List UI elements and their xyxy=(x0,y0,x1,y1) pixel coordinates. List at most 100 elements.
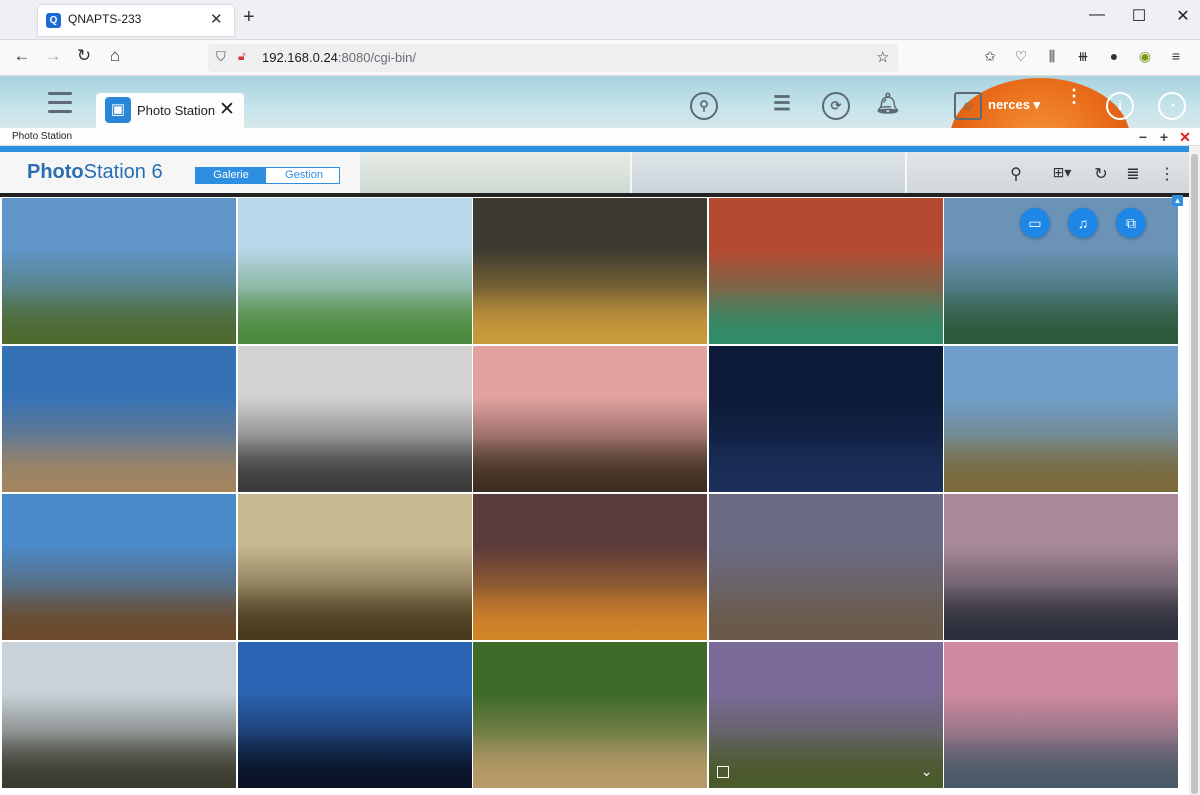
photo-thumbnail-cheetah-grass[interactable] xyxy=(473,642,707,788)
photo-thumbnail-fireworks-night[interactable] xyxy=(708,346,943,492)
photo-foreground xyxy=(708,584,943,640)
close-tab-icon[interactable]: ✕ xyxy=(210,10,223,28)
shield-icon[interactable]: ⛉ xyxy=(216,49,226,65)
home-icon[interactable]: ⌂ xyxy=(103,46,127,66)
app-tab-title: Photo Station xyxy=(137,103,216,118)
photo-foreground xyxy=(944,584,1178,640)
close-window-button[interactable]: ✕ xyxy=(1168,6,1198,26)
back-arrow-icon[interactable]: ← xyxy=(10,46,34,66)
forward-arrow-icon[interactable]: → xyxy=(41,46,65,66)
tab-gestion[interactable]: Gestion xyxy=(268,168,340,183)
browser-tab[interactable]: Q QNAPTS-233 ✕ xyxy=(38,5,234,36)
tab-galerie[interactable]: Galerie xyxy=(196,168,266,183)
external-device-icon[interactable]: ⟳ xyxy=(822,92,850,120)
photo-foreground xyxy=(708,436,943,492)
maximize-window-button[interactable]: ☐ xyxy=(1124,6,1154,26)
extension-grid-icon[interactable]: ⧻ xyxy=(1073,48,1093,65)
photo-thumbnail-venice-canal[interactable] xyxy=(708,198,943,344)
browser-tab-title: QNAPTS-233 xyxy=(68,12,142,26)
library-icon[interactable]: ⫼ xyxy=(1042,48,1062,65)
sort-stack-icon[interactable]: ≣ xyxy=(1122,164,1144,184)
window-minimize-button[interactable]: − xyxy=(1136,129,1150,145)
reload-icon[interactable]: ↻ xyxy=(72,46,96,66)
slideshow-icon[interactable]: ⧉ xyxy=(1116,208,1146,238)
more-menu-icon[interactable]: ⋮ xyxy=(1156,164,1178,184)
photo-thumbnail-fishing-boats-beach[interactable] xyxy=(2,346,236,492)
view-mode-switch: Galerie Gestion xyxy=(195,167,340,184)
insecure-lock-icon[interactable]: 🔓︎ xyxy=(238,49,246,64)
photo-thumbnail-mountain-lake[interactable] xyxy=(944,346,1178,492)
chevron-down-icon[interactable]: ⌄ xyxy=(921,763,933,780)
photo-foreground xyxy=(944,732,1178,788)
photo-foreground xyxy=(237,584,472,640)
nas-desktop-bar: ▣ Photo Station ✕ ⚲ ☰ ⟳ 🔔︎ ☺ nerces ▾ ⋮ … xyxy=(0,76,1200,128)
notification-bell-icon[interactable]: 🔔︎ xyxy=(874,92,902,120)
photo-thumbnail-twisted-tree-sunset[interactable] xyxy=(237,494,472,640)
logo-photo-text: Photo xyxy=(27,161,84,183)
extension-alert-icon[interactable]: ◉ xyxy=(1135,48,1155,65)
monitor-icon[interactable]: ▭ xyxy=(1020,208,1050,238)
music-note-icon[interactable]: ♫ xyxy=(1068,208,1098,238)
photo-thumbnail-lighthouse-coast[interactable] xyxy=(2,198,236,344)
browser-tabstrip: Q QNAPTS-233 ✕ + — ☐ ✕ xyxy=(0,0,1200,40)
app-window-titlebar: Photo Station − + ✕ xyxy=(0,128,1200,146)
vertical-scrollbar[interactable] xyxy=(1189,146,1200,795)
browser-toolbar: ← → ↻ ⌂ ⛉ 🔓︎ 192.168.0.24:8080/cgi-bin/ … xyxy=(0,40,1200,76)
collections-icon[interactable]: ✩ xyxy=(980,48,1000,65)
bookmark-star-icon[interactable]: ☆ xyxy=(876,48,889,66)
url-host: 192.168.0.24 xyxy=(262,50,338,65)
photo-thumbnail-fantasy-cliffs-parrot[interactable] xyxy=(237,198,472,344)
info-icon[interactable]: i xyxy=(1106,92,1134,120)
select-checkbox[interactable] xyxy=(716,766,729,778)
photo-thumbnail-tide-pools-sunset[interactable]: ⌄ xyxy=(708,642,943,788)
view-grid-icon[interactable]: ⊞▾ xyxy=(1046,164,1078,181)
refresh-icon[interactable]: ↻ xyxy=(1090,164,1112,184)
more-options-icon[interactable]: ⋮ xyxy=(1060,87,1088,120)
main-menu-icon[interactable] xyxy=(48,92,72,119)
new-tab-button[interactable]: + xyxy=(243,6,255,29)
app-tab-photostation[interactable]: ▣ Photo Station ✕ xyxy=(96,93,244,128)
header-banner-image xyxy=(632,152,905,195)
scroll-to-top-icon[interactable]: ▲ xyxy=(1172,195,1183,206)
minimize-window-button[interactable]: — xyxy=(1082,6,1112,24)
url-text: 192.168.0.24:8080/cgi-bin/ xyxy=(262,50,416,65)
app-window-title: Photo Station xyxy=(12,131,73,142)
photo-thumbnail-foggy-coast-hills[interactable] xyxy=(2,642,236,788)
dashboard-gauge-icon[interactable]: ◔ xyxy=(1158,92,1186,120)
photo-thumbnail-moon-floating-islands[interactable] xyxy=(237,346,472,492)
user-icon[interactable]: ☺ xyxy=(954,92,982,120)
photo-foreground xyxy=(237,436,472,492)
photo-foreground xyxy=(473,584,707,640)
window-maximize-button[interactable]: + xyxy=(1157,129,1171,145)
photo-thumbnail-rocky-shore-waves[interactable] xyxy=(708,494,943,640)
photostation-logo: PhotoStation 6 xyxy=(27,161,163,184)
qnap-favicon-icon: Q xyxy=(46,13,61,28)
username-menu[interactable]: nerces ▾ xyxy=(988,97,1040,113)
header-banner-image xyxy=(360,152,630,195)
window-close-button[interactable]: ✕ xyxy=(1178,129,1192,146)
photo-thumbnail-lake-forest-reflection[interactable]: ▭ ♫ ⧉ xyxy=(944,198,1178,344)
photo-foreground xyxy=(473,288,707,344)
scrollbar-thumb[interactable] xyxy=(1191,154,1198,794)
photo-thumbnail-pink-sky-rocks[interactable] xyxy=(944,642,1178,788)
search-icon[interactable]: ⚲ xyxy=(1005,164,1027,184)
photo-thumbnail-blue-night-lake[interactable] xyxy=(237,642,472,788)
background-tasks-icon[interactable]: ☰ xyxy=(768,92,796,120)
extension-avatar-icon[interactable]: ● xyxy=(1104,48,1124,64)
photo-foreground xyxy=(237,732,472,788)
photo-foreground xyxy=(2,584,236,640)
photo-foreground xyxy=(708,732,943,788)
photo-thumbnail-lakeside-bench[interactable] xyxy=(2,494,236,640)
photo-thumbnail-dramatic-clouds-sunset[interactable] xyxy=(473,198,707,344)
photo-foreground xyxy=(708,288,943,344)
address-bar[interactable]: ⛉ 🔓︎ 192.168.0.24:8080/cgi-bin/ ☆ xyxy=(208,44,898,72)
search-icon[interactable]: ⚲ xyxy=(690,92,718,120)
photo-grid: ▭ ♫ ⧉ ⌄ xyxy=(2,198,1182,795)
photo-thumbnail-pink-dusk-rainbow[interactable] xyxy=(944,494,1178,640)
photo-foreground xyxy=(2,288,236,344)
pocket-icon[interactable]: ♡ xyxy=(1011,48,1031,65)
photo-thumbnail-sunset-clouds-orange[interactable] xyxy=(473,494,707,640)
photo-thumbnail-japanese-pagoda[interactable] xyxy=(473,346,707,492)
close-app-icon[interactable]: ✕ xyxy=(219,98,235,121)
app-menu-icon[interactable]: ≡ xyxy=(1166,48,1186,64)
